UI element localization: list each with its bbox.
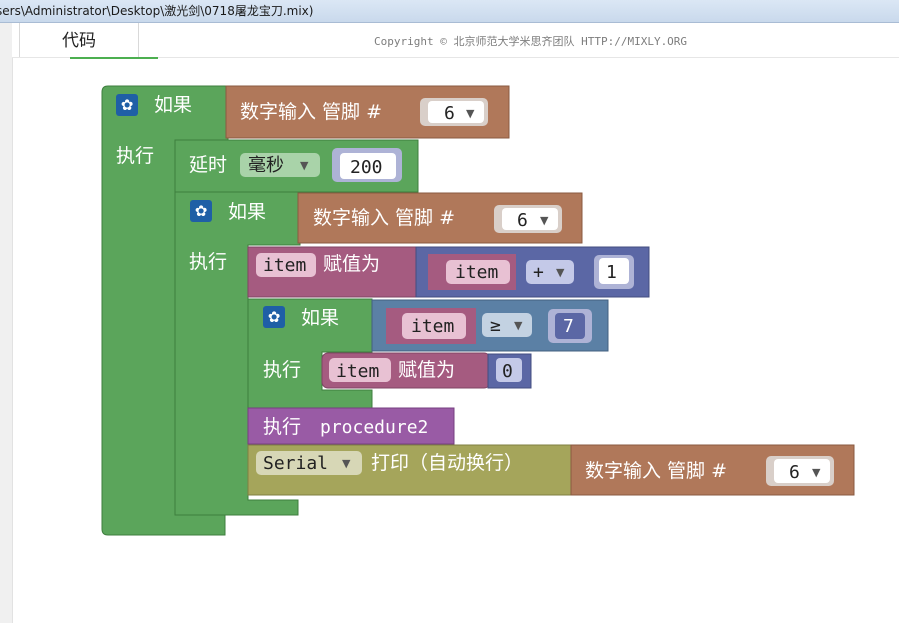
procedure-exec-label: 执行 bbox=[263, 416, 301, 438]
delay-unit[interactable]: 毫秒 bbox=[248, 155, 284, 176]
variable-item[interactable]: item bbox=[455, 262, 498, 283]
digital-read-label: 数字输入 管脚 # bbox=[585, 460, 727, 482]
delay-label: 延时 bbox=[189, 154, 227, 176]
variable-item[interactable]: item bbox=[411, 316, 454, 337]
seven-value[interactable]: 7 bbox=[563, 316, 574, 337]
chevron-down-icon[interactable]: ▼ bbox=[342, 457, 351, 470]
chevron-down-icon[interactable]: ▼ bbox=[300, 159, 309, 172]
delay-block[interactable]: 延时 毫秒 ▼ 200 bbox=[174, 139, 419, 193]
chevron-down-icon[interactable]: ▼ bbox=[556, 266, 565, 279]
gear-glyph: ✿ bbox=[268, 308, 281, 326]
assign-item-zero-block[interactable]: item 赋值为 0 bbox=[321, 352, 532, 389]
if-label: 如果 bbox=[301, 307, 339, 329]
do-label: 执行 bbox=[263, 359, 301, 381]
plus-operator[interactable]: + bbox=[533, 262, 544, 283]
digital-read-label: 数字输入 管脚 # bbox=[240, 101, 382, 123]
variable-item[interactable]: item bbox=[263, 255, 306, 276]
one-value[interactable]: 1 bbox=[606, 262, 617, 283]
print-label: 打印（自动换行） bbox=[371, 452, 523, 474]
digital-read-block-2[interactable]: 数字输入 管脚 # 6 ▼ bbox=[297, 192, 583, 244]
chevron-down-icon[interactable]: ▼ bbox=[812, 466, 821, 479]
delay-value[interactable]: 200 bbox=[350, 157, 383, 178]
serial-print-block[interactable]: Serial ▼ 打印（自动换行） 数字输入 管脚 # 6 ▼ bbox=[247, 444, 855, 496]
digital-read-label: 数字输入 管脚 # bbox=[313, 207, 455, 229]
pin-value[interactable]: 6 bbox=[789, 462, 800, 483]
digital-read-block-1[interactable]: 数字输入 管脚 # 6 ▼ bbox=[225, 85, 510, 139]
variable-item[interactable]: item bbox=[336, 361, 379, 382]
serial-label[interactable]: Serial bbox=[263, 453, 328, 474]
do-label: 执行 bbox=[189, 251, 227, 273]
pin-value[interactable]: 6 bbox=[517, 210, 528, 231]
if-label: 如果 bbox=[154, 94, 192, 116]
blockly-workspace[interactable]: ✿ 如果 执行 数字输入 管脚 # 6 ▼ 延时 毫秒 ▼ 200 ✿ 如果 执… bbox=[0, 0, 899, 623]
gear-glyph: ✿ bbox=[195, 202, 208, 220]
assign-label: 赋值为 bbox=[398, 359, 455, 381]
procedure-name[interactable]: procedure2 bbox=[320, 417, 428, 438]
zero-value[interactable]: 0 bbox=[502, 361, 513, 382]
if-label: 如果 bbox=[228, 201, 266, 223]
assign-item-plus-block[interactable]: item 赋值为 item + ▼ 1 bbox=[247, 246, 650, 298]
do-label: 执行 bbox=[116, 145, 154, 167]
compare-block[interactable]: item ≥ ▼ 7 bbox=[371, 299, 609, 352]
pin-value[interactable]: 6 bbox=[444, 103, 455, 124]
chevron-down-icon[interactable]: ▼ bbox=[514, 319, 523, 332]
chevron-down-icon[interactable]: ▼ bbox=[540, 214, 549, 227]
chevron-down-icon[interactable]: ▼ bbox=[466, 107, 475, 120]
gte-operator[interactable]: ≥ bbox=[490, 315, 501, 336]
procedure-call-block[interactable]: 执行 procedure2 bbox=[247, 407, 455, 445]
gear-glyph: ✿ bbox=[121, 96, 134, 114]
assign-label: 赋值为 bbox=[323, 253, 380, 275]
